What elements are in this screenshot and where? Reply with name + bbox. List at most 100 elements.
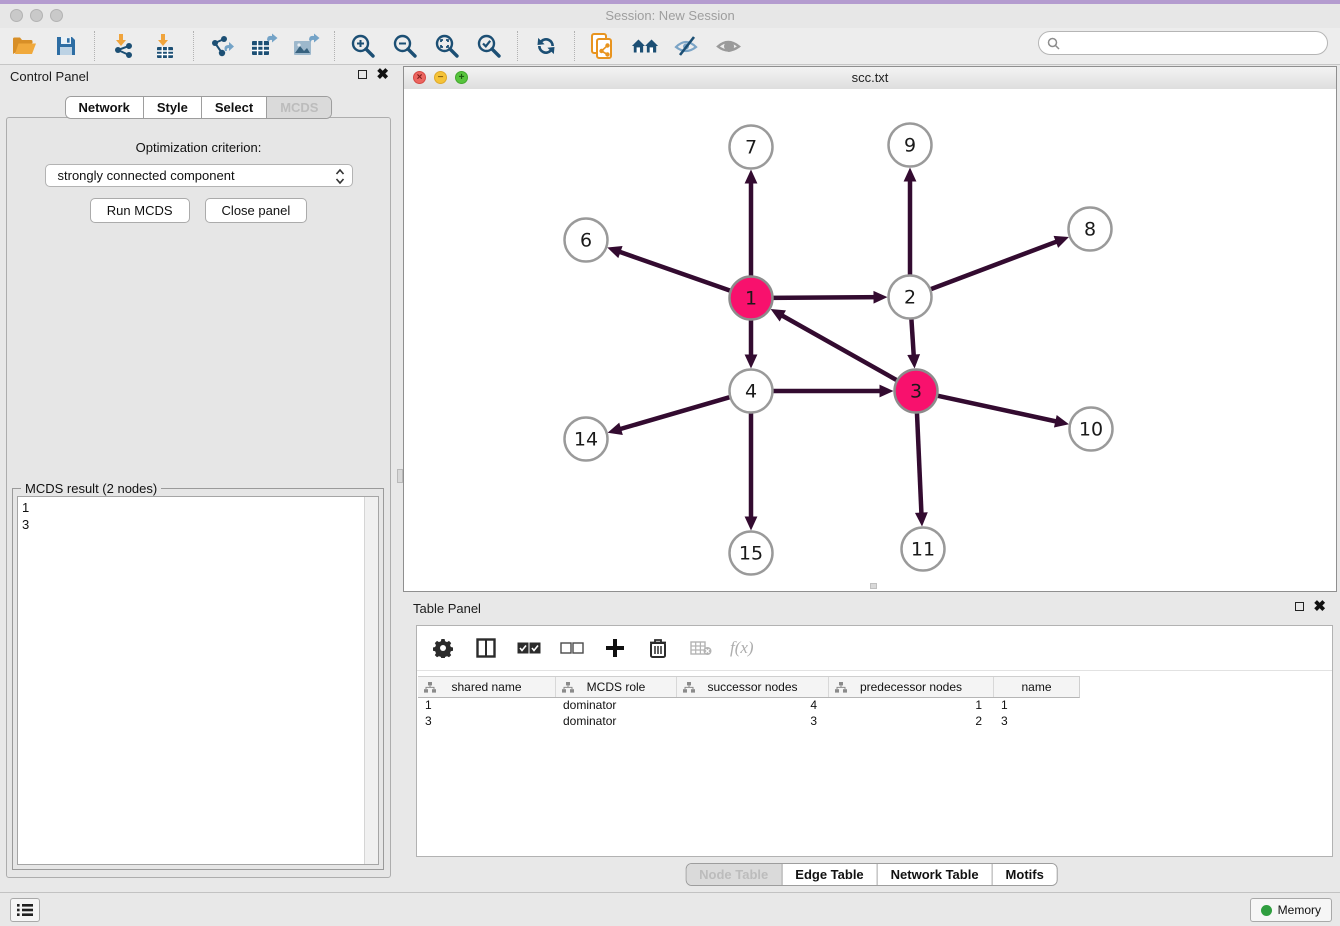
float-panel-icon[interactable] [358,70,367,79]
graph-node-2[interactable]: 2 [889,276,932,319]
table-row[interactable]: 3dominator323 [418,713,1331,729]
home-icon[interactable] [631,32,659,60]
export-network-icon[interactable] [208,32,236,60]
edge-4-14[interactable] [614,396,732,430]
import-network-icon[interactable] [109,32,137,60]
list-icon [16,903,34,917]
graph-node-10[interactable]: 10 [1070,408,1113,451]
cell-successor-nodes[interactable]: 4 [677,698,829,712]
tab-network-table[interactable]: Network Table [878,864,993,885]
tab-edge-table[interactable]: Edge Table [782,864,877,885]
tab-network[interactable]: Network [66,97,144,118]
table-panel-header: Table Panel ✖ [403,596,1340,622]
edge-3-10[interactable] [935,395,1062,423]
search-box[interactable] [1038,31,1328,55]
column-header-successor-nodes[interactable]: successor nodes [677,677,829,697]
delete-table-icon-disabled [687,634,715,662]
graph-node-14[interactable]: 14 [565,418,608,461]
column-header-MCDS-role[interactable]: MCDS role [556,677,677,697]
float-table-panel-icon[interactable] [1295,602,1304,611]
export-image-icon[interactable] [292,32,320,60]
graph-node-8[interactable]: 8 [1069,208,1112,251]
toolbar-separator [574,31,575,61]
add-column-icon[interactable] [601,634,629,662]
save-session-icon[interactable] [52,32,80,60]
table-panel-title: Table Panel [413,601,481,616]
svg-text:7: 7 [745,137,757,159]
edge-2-3[interactable] [911,316,914,361]
svg-text:10: 10 [1079,419,1103,441]
graph-node-9[interactable]: 9 [889,124,932,167]
zoom-selected-icon[interactable] [475,32,503,60]
edge-3-11[interactable] [917,410,922,519]
cell-MCDS-role[interactable]: dominator [556,714,677,728]
graph-node-11[interactable]: 11 [902,528,945,571]
close-table-panel-icon[interactable]: ✖ [1313,601,1326,612]
memory-button[interactable]: Memory [1250,898,1332,922]
tab-select[interactable]: Select [202,97,267,118]
graph-node-15[interactable]: 15 [730,532,773,575]
table-row[interactable]: 1dominator411 [418,697,1331,713]
column-header-shared-name[interactable]: shared name [418,677,556,697]
show-all-eye-icon[interactable] [715,32,743,60]
memory-status-icon [1261,905,1272,916]
close-panel-button[interactable]: Close panel [205,198,308,223]
close-panel-icon[interactable]: ✖ [376,69,389,80]
cell-successor-nodes[interactable]: 3 [677,714,829,728]
deselect-all-icon[interactable] [558,634,586,662]
svg-text:9: 9 [904,135,916,157]
network-window-titlebar[interactable]: × − + scc.txt [404,67,1336,90]
svg-text:2: 2 [904,287,916,309]
column-header-predecessor-nodes[interactable]: predecessor nodes [829,677,994,697]
network-resize-grip[interactable] [870,583,877,589]
cell-name[interactable]: 1 [994,698,1079,712]
zoom-in-icon[interactable] [349,32,377,60]
svg-text:4: 4 [745,381,757,403]
refresh-icon[interactable] [532,32,560,60]
edge-3-1[interactable] [777,312,899,381]
duplicate-network-icon[interactable] [589,32,617,60]
graph-node-6[interactable]: 6 [565,219,608,262]
graph-node-3[interactable]: 3 [895,370,938,413]
table-columns-icon[interactable] [472,634,500,662]
result-scrollbar[interactable] [364,497,378,864]
tab-motifs[interactable]: Motifs [993,864,1057,885]
main-toolbar [0,28,1340,65]
panel-menu-button[interactable] [10,898,40,922]
select-all-icon[interactable] [515,634,543,662]
table-settings-gear-icon[interactable] [429,634,457,662]
graph-node-1[interactable]: 1 [730,277,773,320]
cell-MCDS-role[interactable]: dominator [556,698,677,712]
control-panel: Control Panel ✖ NetworkStyleSelectMCDS O… [0,64,397,880]
cell-predecessor-nodes[interactable]: 2 [829,714,994,728]
table-panel: Table Panel ✖ [403,596,1340,892]
export-table-icon[interactable] [250,32,278,60]
cell-predecessor-nodes[interactable]: 1 [829,698,994,712]
tab-node-table[interactable]: Node Table [686,864,782,885]
tab-style[interactable]: Style [144,97,202,118]
zoom-fit-icon[interactable] [433,32,461,60]
column-header-name[interactable]: name [994,677,1079,697]
zoom-out-icon[interactable] [391,32,419,60]
search-input[interactable] [1065,35,1319,51]
graph-node-7[interactable]: 7 [730,126,773,169]
cell-shared-name[interactable]: 1 [418,698,556,712]
svg-text:6: 6 [580,230,592,252]
svg-text:15: 15 [739,543,763,565]
graph-node-4[interactable]: 4 [730,370,773,413]
edge-1-6[interactable] [614,250,733,292]
import-table-icon[interactable] [151,32,179,60]
criterion-dropdown[interactable]: strongly connected component [45,164,353,187]
cell-name[interactable]: 3 [994,714,1079,728]
open-session-icon[interactable] [10,32,38,60]
function-builder-icon-disabled: f(x) [730,638,754,658]
run-mcds-button[interactable]: Run MCDS [90,198,190,223]
cell-shared-name[interactable]: 3 [418,714,556,728]
tab-mcds[interactable]: MCDS [267,97,331,118]
edge-2-8[interactable] [928,239,1062,290]
hide-selected-eye-icon[interactable] [673,32,701,60]
mcds-result-area[interactable]: 1 3 [17,496,379,865]
delete-column-icon[interactable] [644,634,672,662]
network-canvas[interactable]: 1 2 3 4 6 7 8 9 10 11 14 15 [404,89,1336,591]
edge-1-2[interactable] [770,297,880,298]
